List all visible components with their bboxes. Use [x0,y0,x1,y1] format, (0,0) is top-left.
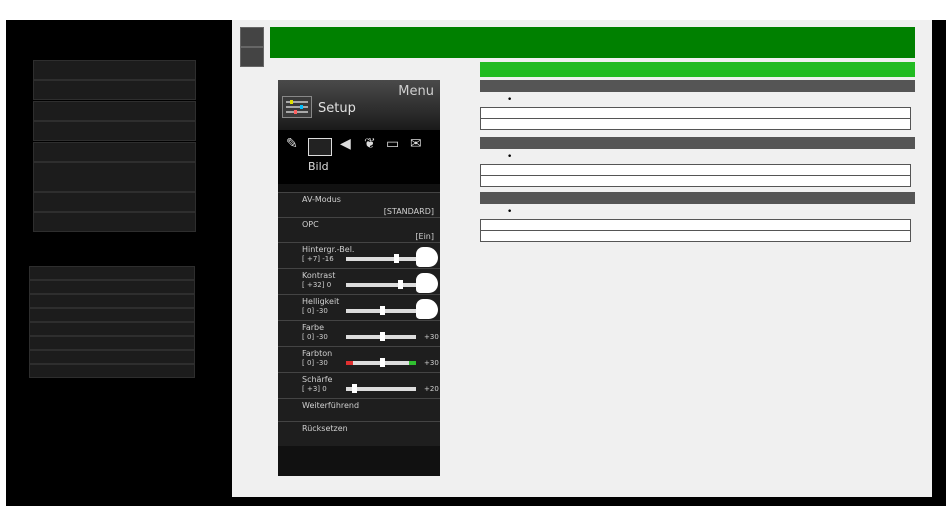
slider-max: +30 [424,359,439,367]
item-label: Rücksetzen [302,424,348,433]
right-edge-bar [933,20,946,506]
subsection-bar [480,137,915,149]
sidebar-subitem[interactable] [29,350,195,364]
item-label: Farbe [302,323,325,332]
sidebar-subitem[interactable] [29,266,195,280]
section-heading-bar [480,62,915,77]
tv-menu-item: OPC [Ein] [278,217,440,242]
bullet-point: • [507,95,513,105]
tv-slider-item: Helligkeit [ 0] -30 [278,294,440,320]
slider-track [346,283,416,287]
tv-menu-item: Weiterführend [278,398,440,421]
sidebar-item[interactable] [33,162,196,192]
page-header-bar [270,27,915,58]
item-label: Hintergr.-Bel. [302,245,355,254]
tv-menu-screenshot: Menu Setup ✎ ◀ ❦ ▭ ✉ Bild AV-Modus [STAN… [278,80,440,476]
tv-slider-item: Hintergr.-Bel. [ +7] -16 [278,242,440,268]
slider-readout: [ +3] 0 [302,385,327,393]
hand-pointer-icon [416,273,438,293]
tv-menu-item: Rücksetzen [278,421,440,446]
tv-tab-row: ✎ ◀ ❦ ▭ ✉ [278,130,440,184]
sidebar-item[interactable] [33,121,196,141]
sidebar-subitem[interactable] [29,294,195,308]
hand-pointer-icon [416,247,438,267]
item-label: AV-Modus [302,195,341,204]
slider-knob [380,358,385,367]
nav-square-button[interactable] [240,47,264,67]
table-row [481,220,910,231]
hand-pointer-icon [416,299,438,319]
slider-readout: [ +7] -16 [302,255,334,263]
briefcase-icon: ▭ [386,136,400,152]
tv-menu-header: Menu Setup [278,80,440,130]
sidebar-subitem[interactable] [29,336,195,350]
envelope-icon: ✉ [410,136,422,152]
slider-readout: [ +32] 0 [302,281,332,289]
slider-knob [380,306,385,315]
subsection-bar [480,192,915,204]
info-table [480,164,911,187]
bullet-point: • [507,152,513,162]
sidebar-subitem[interactable] [29,364,195,378]
table-row [481,119,910,129]
leaf-icon: ❦ [364,136,376,152]
slider-track [346,257,416,261]
item-value: [Ein] [415,232,434,241]
table-row [481,176,910,186]
sidebar-item[interactable] [33,212,196,232]
item-label: Weiterführend [302,401,360,410]
tv-menu-title: Menu [398,84,434,99]
slider-max: +20 [424,385,439,393]
tv-slider-item: Farbe [ 0] -30 +30 [278,320,440,346]
slider-knob [394,254,399,263]
table-row [481,108,910,119]
table-row [481,165,910,176]
info-table [480,219,911,242]
speaker-icon: ◀ [340,136,351,152]
info-table [480,107,911,130]
sidebar-item[interactable] [33,101,196,121]
bullet-point: • [507,207,513,217]
item-label: Kontrast [302,271,336,280]
tv-slider-item: Schärfe [ +3] 0 +20 [278,372,440,398]
sidebar-subitem[interactable] [29,322,195,336]
sidebar-item[interactable] [33,192,196,212]
slider-knob [380,332,385,341]
slider-readout: [ 0] -30 [302,359,328,367]
sidebar-subitem[interactable] [29,308,195,322]
item-label: Schärfe [302,375,333,384]
subsection-bar [480,80,915,92]
item-value: [STANDARD] [383,207,434,216]
setup-sliders-icon [282,96,312,118]
sidebar-item[interactable] [33,60,196,80]
table-row [481,231,910,241]
slider-readout: [ 0] -30 [302,333,328,341]
wrench-icon: ✎ [286,136,298,152]
sidebar-item[interactable] [33,80,196,100]
tv-menu-item: AV-Modus [STANDARD] [278,192,440,217]
tv-selected-tab: Bild [308,160,329,173]
slider-knob [398,280,403,289]
sidebar-item[interactable] [33,142,196,162]
tv-slider-item: Farbton [ 0] -30 +30 [278,346,440,372]
slider-readout: [ 0] -30 [302,307,328,315]
picture-tab-icon [308,138,332,156]
slider-knob [352,384,357,393]
item-label: Farbton [302,349,333,358]
item-label: OPC [302,220,319,229]
slider-max: +30 [424,333,439,341]
nav-square-button[interactable] [240,27,264,47]
tv-section-title: Setup [318,101,356,116]
tv-slider-item: Kontrast [ +32] 0 [278,268,440,294]
item-label: Helligkeit [302,297,340,306]
sidebar-subitem[interactable] [29,280,195,294]
